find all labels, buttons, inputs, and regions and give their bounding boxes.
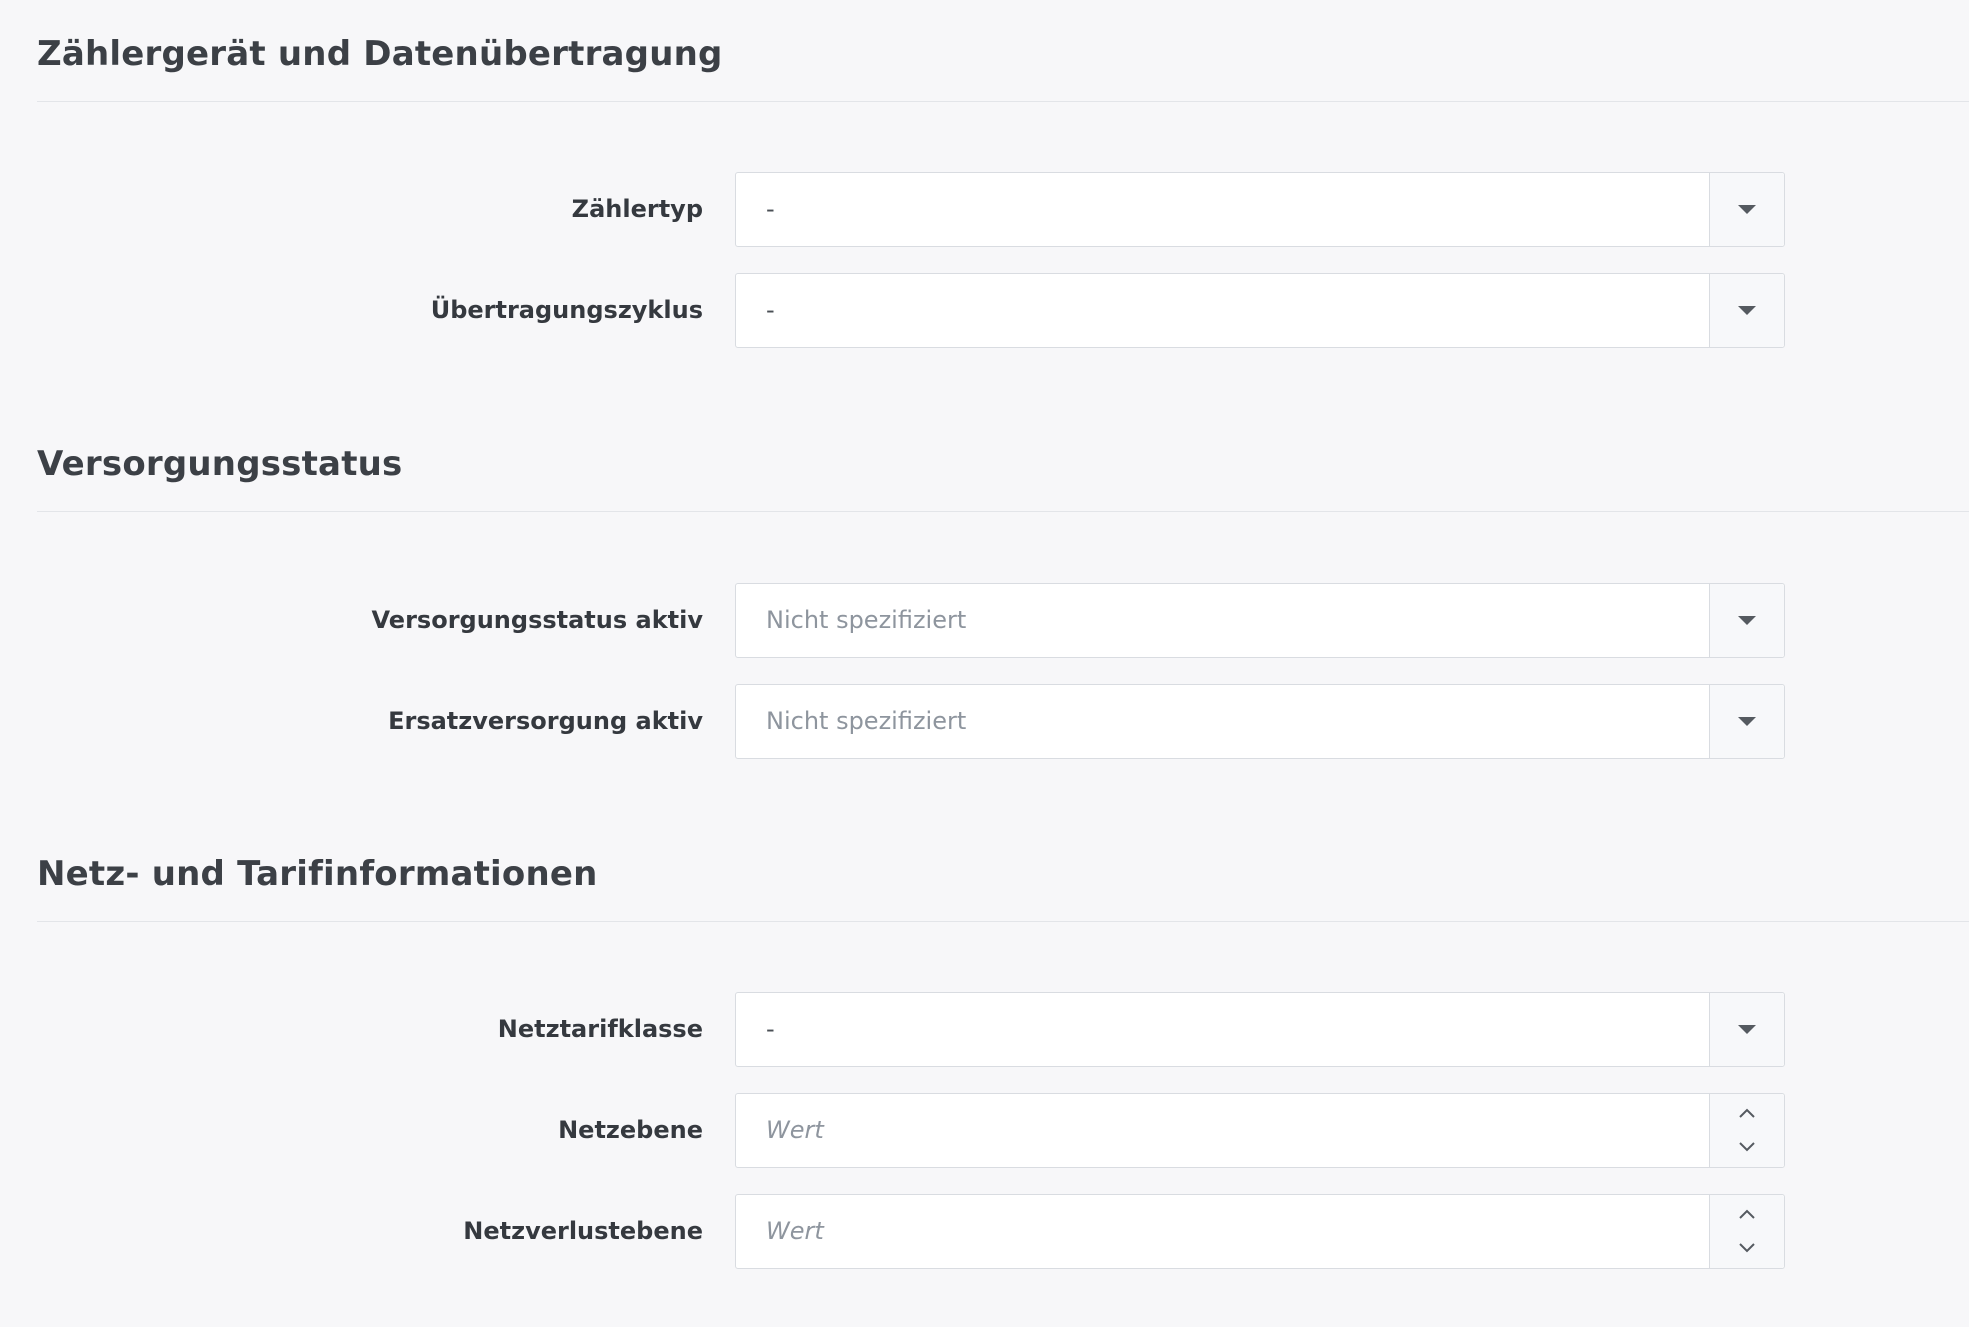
field-row-grid-level: Netzebene Wert [37, 1093, 1787, 1168]
select-value: - [766, 195, 775, 223]
select-value: Nicht spezifiziert [766, 707, 967, 735]
chevron-up-icon[interactable] [1737, 1106, 1757, 1120]
select-value: - [766, 1015, 775, 1043]
select-toggle-button[interactable] [1709, 173, 1784, 246]
section-header: Netz- und Tarifinformationen [37, 820, 1969, 922]
field-row-meter-type: Zählertyp - [37, 172, 1787, 247]
chevron-up-icon[interactable] [1737, 1207, 1757, 1221]
number-stepper [1709, 1094, 1784, 1167]
select-toggle-button[interactable] [1709, 584, 1784, 657]
field-row-supply-status-active: Versorgungsstatus aktiv Nicht spezifizie… [37, 583, 1787, 658]
section-title: Versorgungsstatus [37, 444, 403, 484]
form-page: Zählergerät und Datenübertragung Zählert… [0, 0, 1969, 1327]
grid-tariff-class-select[interactable]: - [735, 992, 1785, 1067]
section-title: Netz- und Tarifinformationen [37, 854, 598, 894]
input-placeholder: Wert [766, 1116, 824, 1144]
caret-down-icon [1738, 616, 1756, 625]
select-toggle-button[interactable] [1709, 274, 1784, 347]
field-row-transmission-cycle: Übertragungszyklus - [37, 273, 1787, 348]
supply-status-active-select[interactable]: Nicht spezifiziert [735, 583, 1785, 658]
caret-down-icon [1738, 1025, 1756, 1034]
section-title: Zählergerät und Datenübertragung [37, 34, 723, 74]
field-row-grid-tariff-class: Netztarifklasse - [37, 992, 1787, 1067]
meter-type-select[interactable]: - [735, 172, 1785, 247]
field-label: Ersatzversorgung aktiv [388, 707, 703, 735]
field-label: Übertragungszyklus [430, 296, 703, 324]
field-label: Netzebene [558, 1116, 703, 1144]
input-placeholder: Wert [766, 1217, 824, 1245]
section-header: Zählergerät und Datenübertragung [37, 0, 1969, 102]
select-toggle-button[interactable] [1709, 993, 1784, 1066]
field-label: Netzverlustebene [463, 1217, 703, 1245]
select-toggle-button[interactable] [1709, 685, 1784, 758]
grid-loss-level-number-input[interactable]: Wert [735, 1194, 1785, 1269]
section-header: Versorgungsstatus [37, 410, 1969, 512]
field-label: Versorgungsstatus aktiv [371, 606, 703, 634]
field-label: Zählertyp [571, 195, 703, 223]
chevron-down-icon[interactable] [1737, 1140, 1757, 1154]
select-value: - [766, 296, 775, 324]
caret-down-icon [1738, 306, 1756, 315]
field-label: Netztarifklasse [497, 1015, 703, 1043]
section-meter-device: Zählergerät und Datenübertragung Zählert… [37, 0, 1969, 348]
backup-supply-active-select[interactable]: Nicht spezifiziert [735, 684, 1785, 759]
field-row-backup-supply-active: Ersatzversorgung aktiv Nicht spezifizier… [37, 684, 1787, 759]
section-supply-status: Versorgungsstatus Versorgungsstatus akti… [37, 410, 1969, 759]
caret-down-icon [1738, 205, 1756, 214]
grid-level-number-input[interactable]: Wert [735, 1093, 1785, 1168]
transmission-cycle-select[interactable]: - [735, 273, 1785, 348]
number-stepper [1709, 1195, 1784, 1268]
field-row-grid-loss-level: Netzverlustebene Wert [37, 1194, 1787, 1269]
chevron-down-icon[interactable] [1737, 1241, 1757, 1255]
caret-down-icon [1738, 717, 1756, 726]
select-value: Nicht spezifiziert [766, 606, 967, 634]
section-grid-tariff: Netz- und Tarifinformationen Netztarifkl… [37, 820, 1969, 1269]
